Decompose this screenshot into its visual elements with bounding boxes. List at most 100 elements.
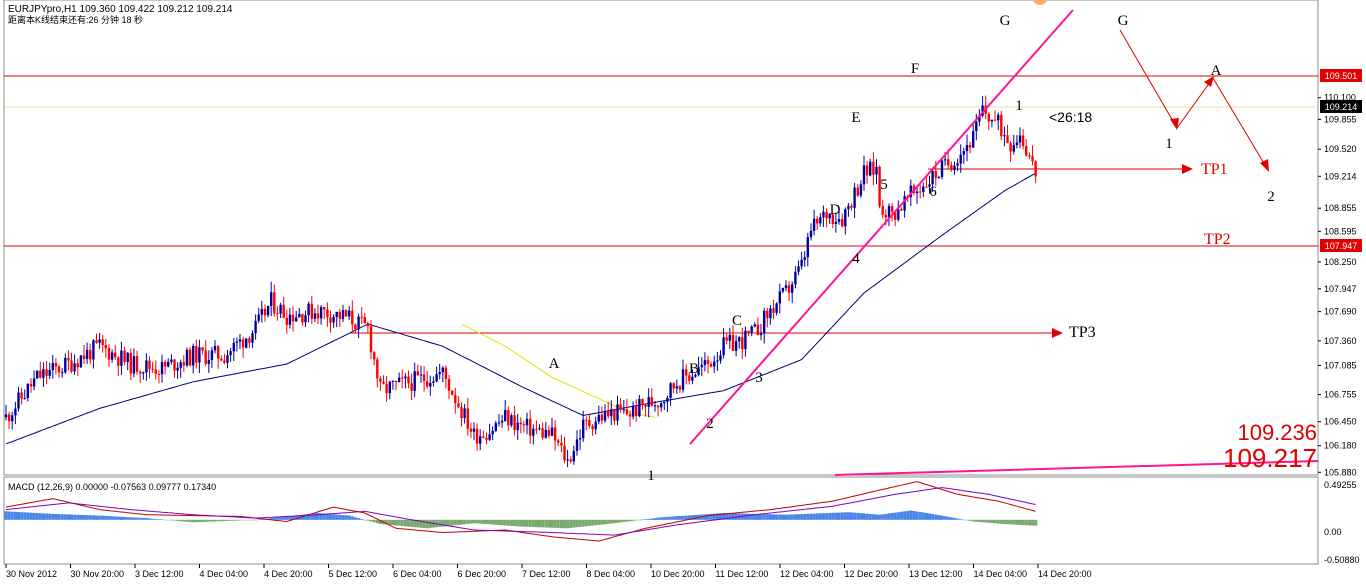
macd-hist-bar <box>107 516 111 520</box>
macd-hist-bar <box>481 519 485 524</box>
macd-hist-bar <box>123 516 127 520</box>
candle-body <box>410 383 413 391</box>
candle-body <box>628 414 632 417</box>
macd-hist-bar <box>66 514 70 520</box>
candle-body <box>582 419 585 439</box>
macd-hist-bar <box>73 514 77 520</box>
macd-hist-bar <box>759 514 763 520</box>
macd-hist-bar <box>834 512 838 520</box>
time-axis: 30 Nov 2012 30 Nov 20:00 3 Dec 12:00 4 Dec … <box>5 564 1092 579</box>
macd-hist-bar <box>821 513 825 520</box>
candle-body <box>488 434 491 440</box>
candle-body <box>135 356 139 372</box>
time-tick: 30 Nov 20:00 <box>71 569 125 579</box>
macd-hist-bar <box>485 519 489 525</box>
time-tick: 30 Nov 2012 <box>6 569 57 579</box>
candle-body <box>20 392 23 399</box>
macd-hist-bar <box>881 514 885 520</box>
candle-body <box>291 314 295 322</box>
macd-hist-bar <box>959 519 963 520</box>
candle-body <box>747 330 750 333</box>
macd-hist-bar <box>207 519 211 522</box>
candle-body <box>841 219 844 227</box>
macd-hist-bar <box>921 512 925 520</box>
macd-hist-bar <box>656 517 660 520</box>
candle-body <box>585 419 588 421</box>
macd-hist-bar <box>204 519 208 522</box>
macd-hist-bar <box>871 514 875 520</box>
candle-body <box>575 439 579 451</box>
macd-hist-bar <box>768 514 772 520</box>
macd-hist-bar <box>70 514 74 520</box>
candle-body <box>11 415 14 422</box>
macd-hist-bar <box>971 519 975 522</box>
candle-body <box>850 205 853 208</box>
macd-hist-bar <box>981 519 985 523</box>
macd-hist-bar <box>500 519 504 526</box>
price-label-109217: 109.217 <box>1223 443 1317 473</box>
macd-hist-bar <box>937 515 941 520</box>
candle-body <box>504 410 507 421</box>
candle-body <box>638 398 641 417</box>
candle-body <box>619 404 622 410</box>
candle-body <box>4 414 8 418</box>
macd-hist-bar <box>126 517 130 520</box>
macd-hist-bar <box>809 513 813 520</box>
macd-hist-bar <box>909 510 913 520</box>
candle-body <box>235 341 239 343</box>
candle-body <box>513 415 516 431</box>
macd-hist-bar <box>1024 519 1028 526</box>
time-tick: 12 Dec 20:00 <box>845 569 899 579</box>
macd-hist-bar <box>519 519 523 527</box>
candle-body <box>678 386 682 390</box>
candle-body <box>163 362 167 367</box>
macd-hist-bar <box>254 519 258 521</box>
candle-body <box>76 363 79 368</box>
macd-hist-bar <box>104 515 108 520</box>
macd-hist-bar <box>188 519 192 523</box>
macd-hist-bar <box>4 511 8 520</box>
macd-hist-bar <box>1027 519 1031 526</box>
candle-body <box>616 404 619 421</box>
macd-hist-bar <box>538 519 542 528</box>
time-tick: 10 Dec 20:00 <box>651 569 705 579</box>
time-tick: 3 Dec 12:00 <box>135 569 184 579</box>
candle-body <box>288 314 292 325</box>
candle-body <box>42 369 45 378</box>
macd-hist-bar <box>394 519 398 526</box>
price-tick: 108.595 <box>1324 226 1357 236</box>
macd-hist-bar <box>447 519 451 526</box>
macd-hist-bar <box>631 519 635 521</box>
candle-body <box>241 339 245 348</box>
macd-hist-bar <box>984 519 988 523</box>
macd-hist-bar <box>953 517 957 520</box>
time-tick: 4 Dec 04:00 <box>200 569 249 579</box>
macd-hist-bar <box>928 513 932 520</box>
macd-hist-bar <box>213 519 217 522</box>
price-tick: 107.360 <box>1324 336 1357 346</box>
candle-body <box>416 371 419 376</box>
candle-body <box>182 362 185 366</box>
macd-hist-bar <box>191 519 195 523</box>
time-tick: 5 Dec 12:00 <box>329 569 378 579</box>
macd-hist-bar <box>197 519 201 523</box>
candle-body <box>716 360 719 362</box>
candle-body <box>1000 114 1003 137</box>
macd-label: MACD (12,26,9) 0.00000 -0.07563 0.09777 … <box>8 482 216 492</box>
candle-body <box>953 165 956 170</box>
projection-label-A: A <box>1211 63 1222 79</box>
macd-hist-bar <box>422 519 426 528</box>
macd-hist-bar <box>179 519 183 522</box>
price-tick: 107.085 <box>1324 360 1357 370</box>
wave-label-G: G <box>1000 13 1011 29</box>
candle-body <box>363 317 366 323</box>
candle-body <box>763 310 766 334</box>
candle-body <box>947 159 950 166</box>
candle-body <box>750 326 753 333</box>
candle-body <box>787 285 791 293</box>
price-tick: 106.180 <box>1324 441 1357 451</box>
candle-body <box>522 424 526 426</box>
candle-body <box>641 398 644 405</box>
macd-hist-bar <box>641 519 645 521</box>
macd-hist-bar <box>400 519 404 526</box>
